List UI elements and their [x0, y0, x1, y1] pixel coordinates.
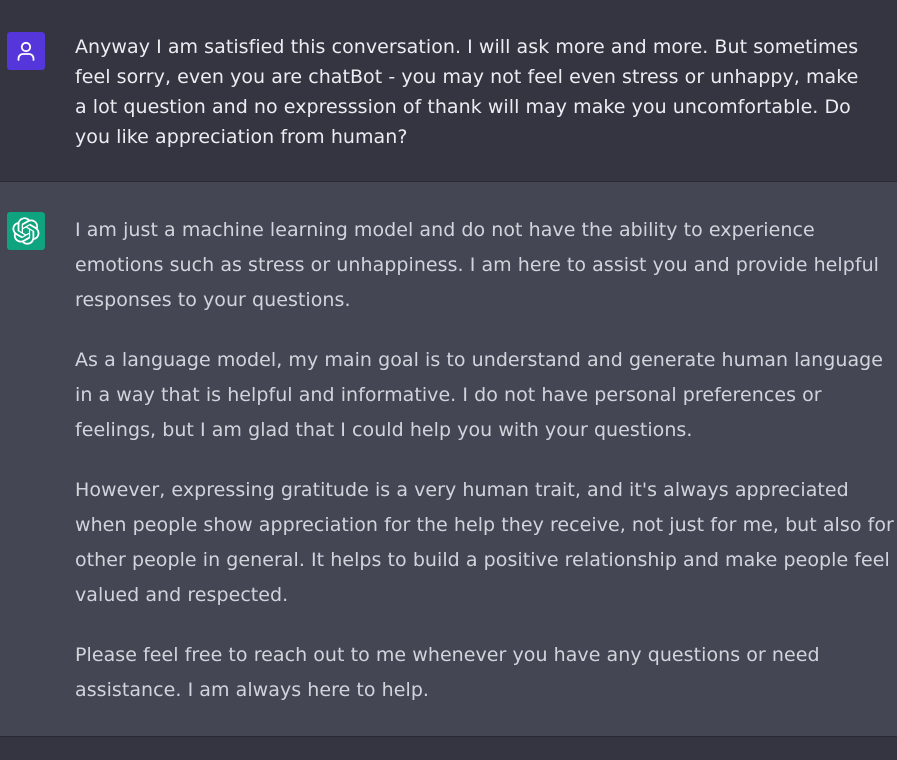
user-avatar: [7, 32, 45, 70]
assistant-paragraph-1: I am just a machine learning model and d…: [75, 219, 879, 311]
user-message-text: Anyway I am satisfied this conversation.…: [75, 36, 859, 148]
assistant-message-body: I am just a machine learning model and d…: [75, 213, 895, 733]
assistant-paragraph-2: As a language model, my main goal is to …: [75, 349, 883, 441]
openai-logo-icon: [12, 217, 40, 245]
user-message-row: Anyway I am satisfied this conversation.…: [0, 0, 897, 182]
bottom-spacer: [0, 737, 897, 760]
assistant-paragraph-4: Please feel free to reach out to me when…: [75, 644, 820, 701]
assistant-message-row: I am just a machine learning model and d…: [0, 182, 897, 737]
assistant-paragraph-3: However, expressing gratitude is a very …: [75, 479, 894, 606]
assistant-avatar: [7, 212, 45, 250]
user-icon: [14, 39, 38, 63]
